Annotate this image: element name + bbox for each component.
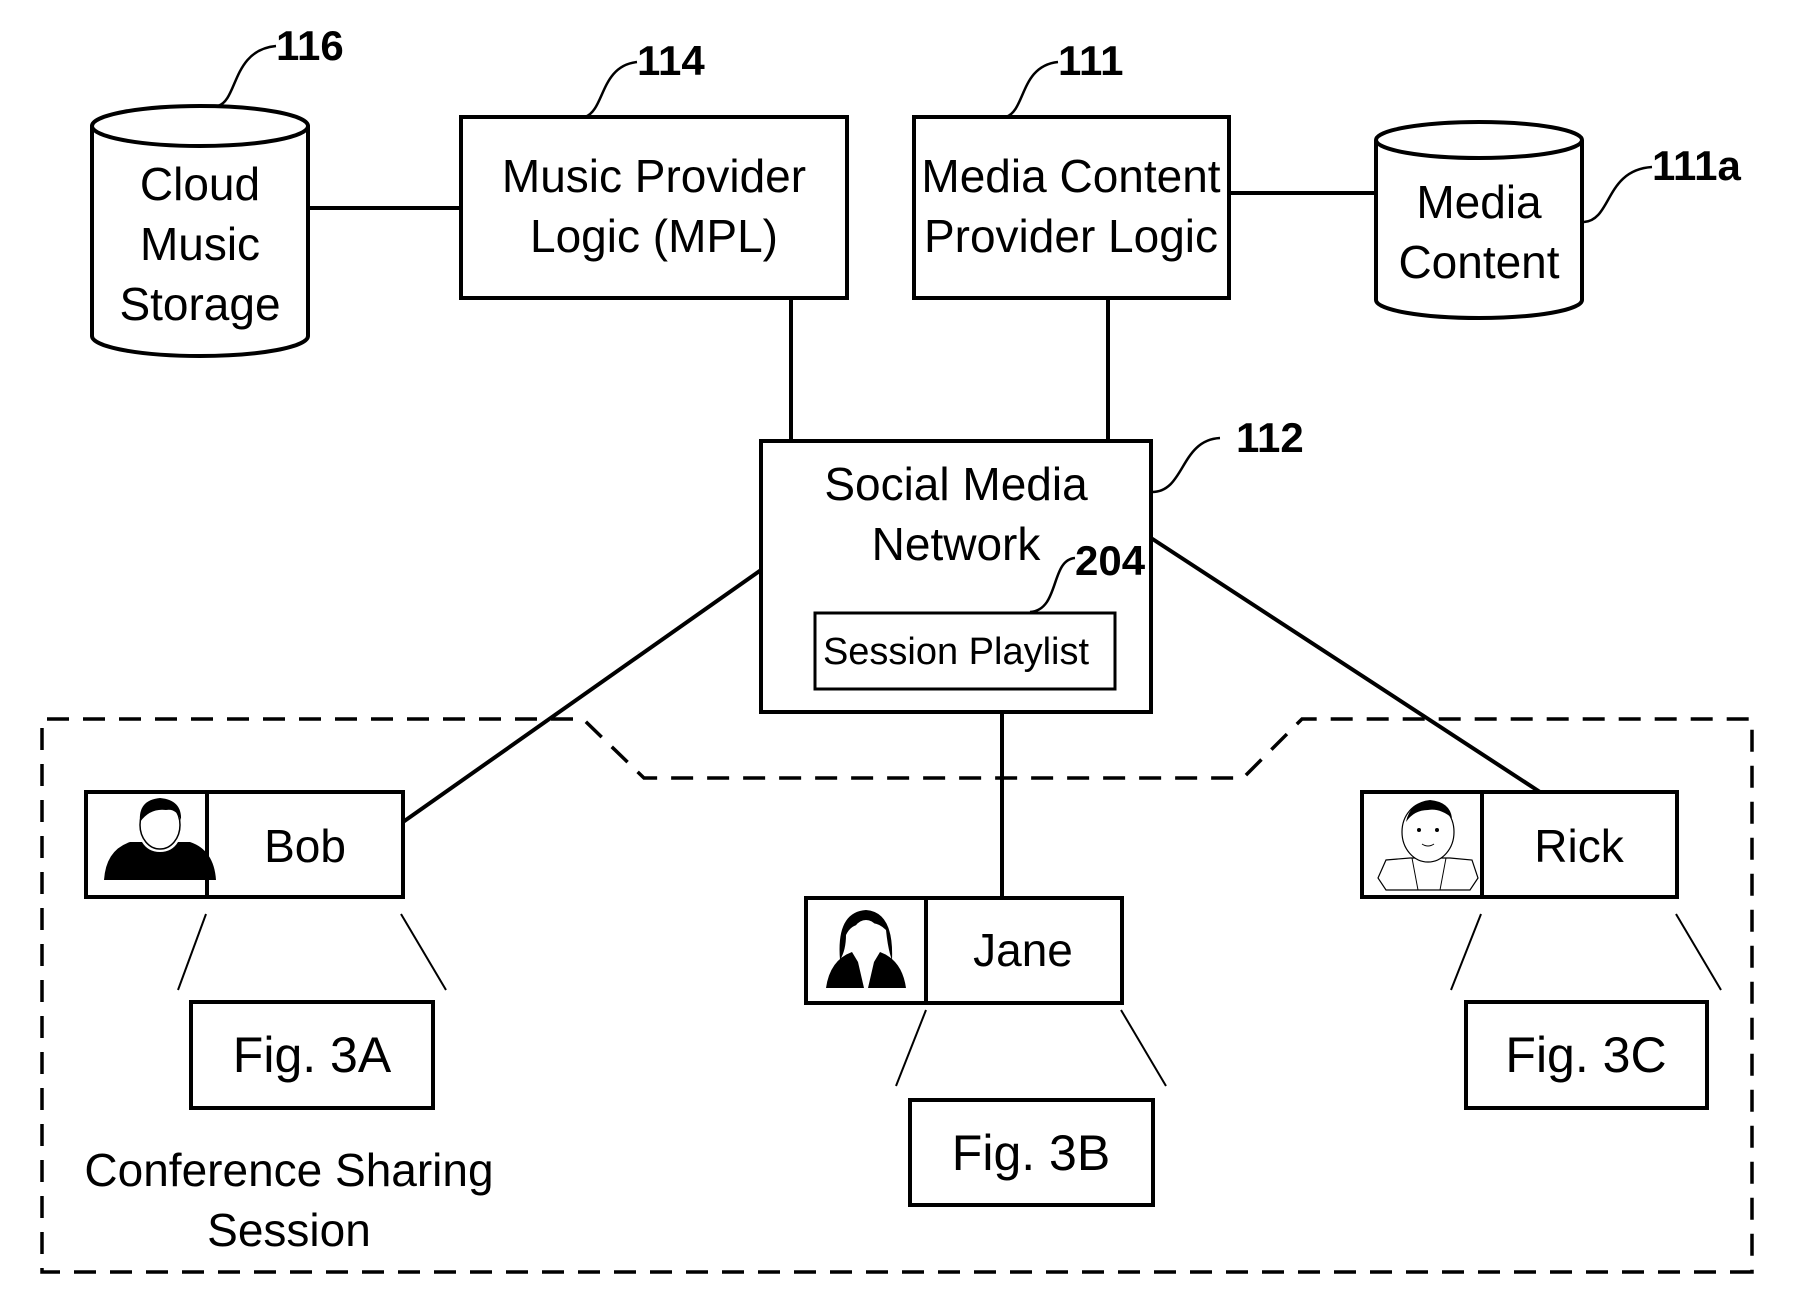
figure-label-3b: Fig. 3B bbox=[952, 1125, 1110, 1181]
cloud-storage-label-line-3: Storage bbox=[119, 278, 280, 330]
user-card-jane[interactable]: Jane bbox=[804, 896, 1124, 1005]
cloud-storage-label-line-2: Music bbox=[140, 218, 260, 270]
user-name-jane: Jane bbox=[973, 924, 1073, 976]
ref-leader-111a bbox=[1583, 165, 1653, 224]
user-name-bob: Bob bbox=[264, 820, 346, 872]
user-card-rick[interactable]: Rick bbox=[1360, 790, 1679, 899]
media-content-node[interactable]: Media Content bbox=[1374, 120, 1584, 320]
ref-label-111a: 111a bbox=[1652, 142, 1741, 189]
session-region-label-line-2: Session bbox=[207, 1204, 371, 1256]
ref-leader-116 bbox=[217, 44, 277, 108]
mcpl-label-line-1: Media Content bbox=[921, 150, 1220, 202]
figure-box-3b[interactable]: Fig. 3B bbox=[908, 1098, 1155, 1207]
edge-smn-to-rick bbox=[1149, 536, 1542, 794]
ref-label-111: 111 bbox=[1058, 37, 1123, 84]
smn-label-line-2: Network bbox=[872, 518, 1042, 570]
figure-box-3a[interactable]: Fig. 3A bbox=[189, 1000, 435, 1110]
cloud-music-storage-node[interactable]: Cloud Music Storage bbox=[90, 104, 310, 358]
music-provider-logic-node[interactable]: Music Provider Logic (MPL) bbox=[459, 115, 849, 300]
ref-label-116: 116 bbox=[276, 22, 344, 69]
mpl-label-line-2: Logic (MPL) bbox=[530, 210, 778, 262]
figure-box-3c[interactable]: Fig. 3C bbox=[1464, 1000, 1709, 1110]
edge-smn-to-bob bbox=[401, 568, 763, 824]
mcpl-label-line-2: Provider Logic bbox=[924, 210, 1218, 262]
media-content-provider-logic-node[interactable]: Media Content Provider Logic bbox=[912, 115, 1231, 300]
zoom-line-rick-left bbox=[1450, 913, 1482, 991]
session-playlist-label: Session Playlist bbox=[823, 631, 1090, 673]
user-name-rick: Rick bbox=[1534, 820, 1624, 872]
zoom-line-rick-right bbox=[1675, 913, 1722, 991]
figure-label-3c: Fig. 3C bbox=[1505, 1027, 1666, 1083]
media-content-label-line-2: Content bbox=[1398, 236, 1559, 288]
user-card-bob[interactable]: Bob bbox=[84, 790, 405, 899]
media-content-label-line-1: Media bbox=[1416, 176, 1542, 228]
session-playlist-box[interactable]: Session Playlist bbox=[813, 611, 1117, 691]
zoom-line-bob-right bbox=[400, 913, 447, 991]
cloud-storage-label-line-1: Cloud bbox=[140, 158, 260, 210]
zoom-line-bob-left bbox=[177, 913, 207, 991]
ref-leader-112 bbox=[1151, 436, 1221, 494]
ref-leader-111 bbox=[1005, 60, 1059, 119]
ref-label-204: 204 bbox=[1075, 537, 1146, 584]
zoom-line-jane-left bbox=[895, 1009, 927, 1087]
zoom-line-jane-right bbox=[1120, 1009, 1167, 1087]
system-diagram: Cloud Music Storage 116 Music Provider L… bbox=[40, 22, 1754, 1274]
smn-label-line-1: Social Media bbox=[824, 458, 1088, 510]
ref-label-112: 112 bbox=[1236, 414, 1304, 461]
session-region-label-line-1: Conference Sharing bbox=[84, 1144, 493, 1196]
ref-leader-114 bbox=[584, 60, 638, 119]
figure-label-3a: Fig. 3A bbox=[233, 1027, 392, 1083]
mpl-label-line-1: Music Provider bbox=[502, 150, 806, 202]
media-content-cylinder-icon bbox=[1374, 140, 1584, 320]
ref-label-114: 114 bbox=[637, 37, 705, 84]
